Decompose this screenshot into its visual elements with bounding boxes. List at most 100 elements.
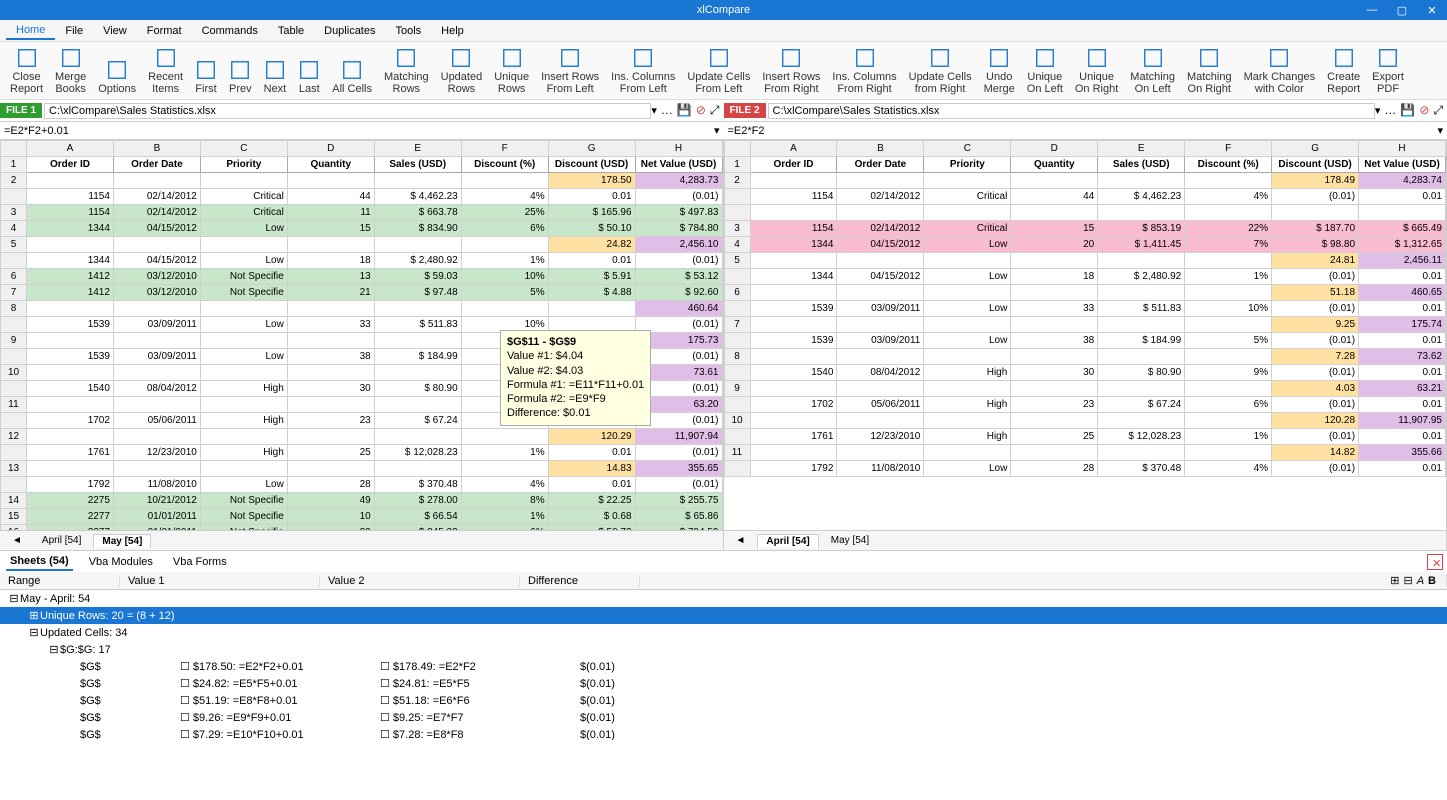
cell[interactable] (1011, 381, 1098, 397)
field-header[interactable]: Priority (924, 157, 1011, 173)
ribbon-unique[interactable]: UniqueRows (488, 43, 535, 97)
cell[interactable]: 24.82 (548, 237, 635, 253)
cell[interactable] (1011, 173, 1098, 189)
cell[interactable] (461, 301, 548, 317)
cell[interactable]: Low (200, 477, 287, 493)
cell[interactable] (200, 333, 287, 349)
save-icon[interactable]: 💾 (677, 103, 692, 118)
col-hdr[interactable]: B (837, 141, 924, 157)
cell[interactable]: 11/08/2010 (113, 477, 200, 493)
ribbon-create[interactable]: CreateReport (1321, 43, 1366, 97)
cell[interactable]: 25% (461, 205, 548, 221)
col-hdr[interactable]: E (374, 141, 461, 157)
cell[interactable]: 51.18 (1272, 285, 1359, 301)
col-hdr[interactable]: G (1272, 141, 1359, 157)
cell[interactable]: 355.65 (635, 461, 722, 477)
cell[interactable]: Low (924, 269, 1011, 285)
cell[interactable]: 02/14/2012 (113, 205, 200, 221)
file1-path-input[interactable] (44, 103, 651, 119)
cell[interactable]: 25 (287, 445, 374, 461)
cell[interactable]: 25 (1011, 429, 1098, 445)
sheet-tab[interactable]: May [54] (823, 534, 877, 547)
cell[interactable]: 4% (461, 477, 548, 493)
ribbon-next[interactable]: Next (258, 43, 293, 97)
cell[interactable]: 02/14/2012 (837, 221, 924, 237)
tree-toggle-icon[interactable]: ⊟ (8, 592, 20, 605)
recent-icon[interactable]: … (1384, 103, 1396, 118)
cell[interactable] (461, 429, 548, 445)
cell[interactable]: Low (200, 253, 287, 269)
cell[interactable]: $ 497.83 (635, 205, 722, 221)
row-hdr[interactable]: 2 (1, 173, 27, 189)
cell[interactable] (113, 365, 200, 381)
cell[interactable] (924, 445, 1011, 461)
row-hdr[interactable]: 12 (1, 429, 27, 445)
col-hdr[interactable]: A (27, 141, 114, 157)
cell[interactable] (200, 365, 287, 381)
cell[interactable]: 7.28 (1272, 349, 1359, 365)
cell[interactable]: 13 (287, 269, 374, 285)
cell[interactable]: Low (924, 237, 1011, 253)
menu-commands[interactable]: Commands (192, 23, 268, 39)
cell[interactable]: $ 511.83 (1098, 301, 1185, 317)
cell[interactable] (1011, 349, 1098, 365)
cell[interactable] (1011, 285, 1098, 301)
col-hdr[interactable]: B (113, 141, 200, 157)
cell[interactable]: $ 67.24 (374, 413, 461, 429)
row-hdr[interactable] (1, 445, 27, 461)
cell[interactable]: High (924, 365, 1011, 381)
cell[interactable]: 460.65 (1359, 285, 1446, 301)
field-header[interactable]: Sales (USD) (374, 157, 461, 173)
cell[interactable]: 1702 (750, 397, 837, 413)
close-icon[interactable]: ✕ (1417, 4, 1447, 17)
cell[interactable]: $ 184.99 (374, 349, 461, 365)
ribbon-update-cells[interactable]: Update CellsFrom Left (681, 43, 756, 97)
cell[interactable]: $ 370.48 (374, 477, 461, 493)
cell[interactable] (1098, 253, 1185, 269)
row-hdr[interactable] (1, 349, 27, 365)
diff-row[interactable]: $G$☐ $51.19: =E8*F8+0.01☐ $51.18: =E6*F6… (0, 692, 1447, 709)
cell[interactable]: (0.01) (635, 445, 722, 461)
cell[interactable] (287, 237, 374, 253)
cell[interactable] (27, 301, 114, 317)
cell[interactable]: 0.01 (1359, 429, 1446, 445)
cell[interactable] (374, 301, 461, 317)
row-hdr[interactable] (1, 189, 27, 205)
row-hdr[interactable]: 4 (724, 237, 750, 253)
cell[interactable] (837, 317, 924, 333)
cell[interactable]: 38 (287, 349, 374, 365)
cell[interactable] (200, 301, 287, 317)
cell[interactable]: Not Specifie (200, 509, 287, 525)
row-hdr[interactable]: 16 (1, 525, 27, 531)
row-hdr[interactable]: 4 (1, 221, 27, 237)
cell[interactable]: 73.62 (1359, 349, 1446, 365)
cell[interactable]: 1344 (750, 237, 837, 253)
cell[interactable] (750, 285, 837, 301)
cell[interactable]: $ 65.86 (635, 509, 722, 525)
cell[interactable]: $ 165.96 (548, 205, 635, 221)
cell[interactable] (924, 173, 1011, 189)
cell[interactable]: (0.01) (1272, 189, 1359, 205)
cell[interactable] (1185, 317, 1272, 333)
row-hdr[interactable]: 7 (724, 317, 750, 333)
maximize-icon[interactable]: ▢ (1387, 4, 1417, 17)
cell[interactable]: 0.01 (1359, 301, 1446, 317)
cell[interactable] (461, 237, 548, 253)
ribbon-last[interactable]: Last (292, 43, 326, 97)
cell[interactable] (1185, 205, 1272, 221)
cell[interactable] (924, 413, 1011, 429)
cell[interactable]: 7% (1185, 237, 1272, 253)
diff-row[interactable]: $G$☐ $24.82: =E5*F5+0.01☐ $24.81: =E5*F5… (0, 675, 1447, 692)
field-header[interactable]: Priority (200, 157, 287, 173)
cell[interactable] (548, 301, 635, 317)
cell[interactable]: 20 (1011, 237, 1098, 253)
cell[interactable]: $ 665.49 (1359, 221, 1446, 237)
cell[interactable]: 02/14/2012 (837, 189, 924, 205)
cell[interactable]: 0.01 (548, 189, 635, 205)
cell[interactable] (461, 461, 548, 477)
cell[interactable] (837, 205, 924, 221)
ribbon-update-cells[interactable]: Update Cellsfrom Right (903, 43, 978, 97)
cell[interactable]: 1344 (750, 269, 837, 285)
cell[interactable]: 38 (1011, 333, 1098, 349)
row-hdr[interactable]: 15 (1, 509, 27, 525)
